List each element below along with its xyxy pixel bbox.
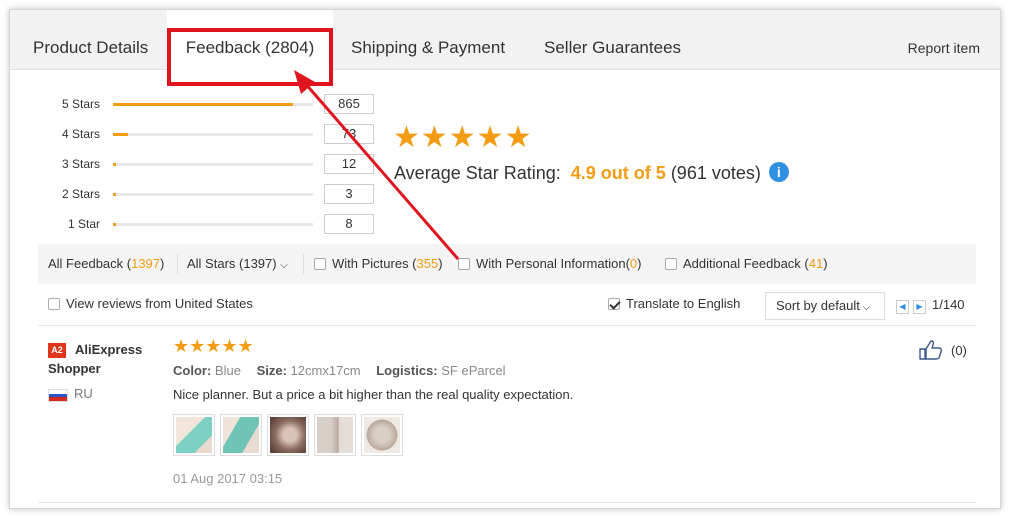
histogram-bar-fill: [113, 193, 116, 196]
meta-label: Logistics:: [376, 363, 438, 378]
tab-shipping-payment[interactable]: Shipping & Payment: [351, 10, 505, 70]
checkbox[interactable]: [48, 298, 60, 310]
histogram-bar-fill: [113, 223, 116, 226]
average-rating-score: 4.9 out of 5: [570, 163, 666, 183]
review-meta: Color: Blue Size: 12cmx17cm Logistics: S…: [173, 363, 518, 378]
filter-label: All Feedback (: [48, 256, 132, 271]
histogram-label: 5 Stars: [61, 97, 100, 111]
page-indicator: 1/140: [932, 297, 965, 312]
checkbox[interactable]: [665, 258, 677, 270]
meta-label: Size:: [256, 363, 287, 378]
histogram-row-4[interactable]: 4 Stars 73: [10, 123, 390, 145]
option-label: View reviews from United States: [66, 296, 253, 311]
histogram-count: 12: [324, 154, 374, 174]
filter-label: All Stars (1397): [187, 256, 277, 271]
histogram-label: 3 Stars: [61, 157, 100, 171]
histogram-count: 8: [324, 214, 374, 234]
histogram-bar-fill: [113, 103, 293, 106]
histogram-label: 1 Star: [67, 217, 100, 231]
average-rating: Average Star Rating: 4.9 out of 5 (961 v…: [394, 162, 789, 184]
thumbs-up-icon[interactable]: [919, 340, 943, 363]
filter-paren: ): [160, 256, 165, 271]
histogram-bar-fill: [113, 133, 129, 136]
filter-with-pictures[interactable]: With Pictures (355): [314, 244, 443, 284]
review-photo[interactable]: [361, 414, 403, 456]
helpful-count: (0): [951, 342, 967, 358]
histogram-row-1[interactable]: 1 Star 8: [10, 213, 390, 235]
filter-paren: ): [823, 256, 828, 271]
histogram-bar: [113, 133, 313, 136]
checkbox[interactable]: [314, 258, 326, 270]
review-photo[interactable]: [267, 414, 309, 456]
histogram-label: 4 Stars: [61, 127, 100, 141]
histogram-row-3[interactable]: 3 Stars 12: [10, 153, 390, 175]
review-photo[interactable]: [314, 414, 356, 456]
filter-bar: All Feedback (1397) All Stars (1397) ⌵ W…: [38, 244, 976, 284]
sort-label: Sort by default: [776, 298, 860, 313]
prev-page-icon[interactable]: ◀: [896, 300, 909, 314]
filter-count: 41: [808, 256, 824, 271]
tab-product-details[interactable]: Product Details: [33, 10, 148, 70]
view-us-reviews-option[interactable]: View reviews from United States: [48, 284, 253, 324]
divider: [38, 325, 976, 326]
divider: [177, 254, 178, 274]
filter-paren: ): [438, 256, 443, 271]
histogram-bar: [113, 193, 313, 196]
filter-label: With Pictures (: [332, 256, 417, 271]
helpful-button[interactable]: (0): [919, 340, 967, 363]
vote-count: (961 votes): [670, 163, 761, 183]
tab-seller-guarantees[interactable]: Seller Guarantees: [544, 10, 681, 70]
divider: [303, 254, 304, 274]
filter-all-feedback[interactable]: All Feedback (1397): [48, 244, 164, 284]
filter-paren: ): [637, 256, 642, 271]
histogram-bar: [113, 223, 313, 226]
histogram-bar-fill: [113, 163, 116, 166]
next-page-icon[interactable]: ▶: [913, 300, 926, 314]
histogram-count: 3: [324, 184, 374, 204]
histogram-count: 865: [324, 94, 374, 114]
filter-label: With Personal Information(: [476, 256, 630, 271]
average-rating-label: Average Star Rating:: [394, 163, 561, 183]
checkbox[interactable]: [458, 258, 470, 270]
feedback-panel: Product Details Feedback (2804) Shipping…: [9, 9, 1001, 509]
review-photo[interactable]: [173, 414, 215, 456]
tab-feedback[interactable]: Feedback (2804): [167, 10, 333, 70]
reviewer-country: RU: [74, 386, 93, 401]
average-stars-icon: ★★★★★: [393, 121, 533, 154]
histogram-row-5[interactable]: 5 Stars 865: [10, 93, 390, 115]
checkbox-checked[interactable]: [608, 298, 620, 310]
chevron-down-icon: ⌵: [280, 260, 288, 271]
review-photo[interactable]: [220, 414, 262, 456]
filter-count: 355: [416, 256, 439, 271]
chevron-down-icon: ⌵: [859, 302, 871, 313]
histogram-label: 2 Stars: [61, 187, 100, 201]
filter-all-stars-dropdown[interactable]: All Stars (1397) ⌵: [187, 244, 288, 286]
review-stars-icon: ★★★★★: [173, 336, 254, 356]
histogram-bar: [113, 103, 313, 106]
filter-label: Additional Feedback (: [683, 256, 809, 271]
option-label: Translate to English: [626, 296, 741, 311]
reviewer-name: AliExpress Shopper: [48, 342, 143, 376]
translate-option[interactable]: Translate to English: [608, 284, 740, 324]
review-text: Nice planner. But a price a bit higher t…: [173, 387, 574, 402]
tab-bar: Product Details Feedback (2804) Shipping…: [10, 10, 1000, 70]
report-item-link[interactable]: Report item: [908, 10, 980, 86]
meta-label: Color:: [173, 363, 212, 378]
filter-count: 1397: [131, 256, 161, 271]
review-date: 01 Aug 2017 03:15: [173, 471, 283, 486]
meta-value: SF eParcel: [441, 363, 506, 378]
meta-value: 12cmx17cm: [290, 363, 361, 378]
divider: [38, 502, 976, 503]
histogram-count: 73: [324, 124, 374, 144]
member-level-badge: A2: [48, 343, 66, 358]
histogram-row-2[interactable]: 2 Stars 3: [10, 183, 390, 205]
sort-dropdown[interactable]: Sort by default ⌵: [765, 292, 885, 320]
russia-flag-icon: [48, 389, 68, 402]
histogram-bar: [113, 163, 313, 166]
filter-with-personal-info[interactable]: With Personal Information(0): [458, 244, 641, 284]
meta-value: Blue: [214, 363, 241, 378]
info-icon[interactable]: i: [768, 162, 789, 182]
filter-additional-feedback[interactable]: Additional Feedback (41): [665, 244, 828, 284]
